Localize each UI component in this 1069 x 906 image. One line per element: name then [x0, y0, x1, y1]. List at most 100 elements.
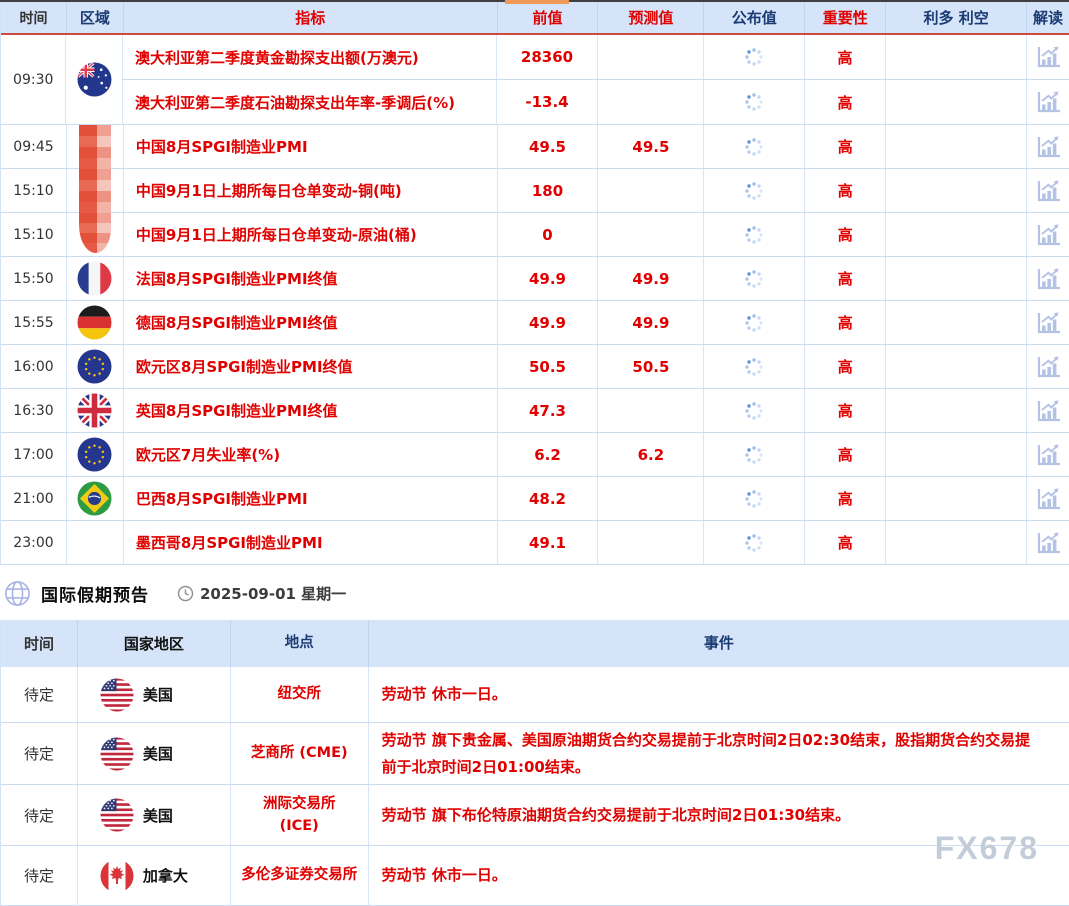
bar-chart-arrow-icon[interactable]: [1035, 487, 1062, 511]
bull-bear-cell: [886, 80, 1027, 124]
previous-value: 48.2: [498, 477, 599, 520]
country-flag-icon: [100, 678, 134, 712]
country-flag-icon: [77, 345, 112, 388]
published-value-pending: [704, 257, 805, 300]
indicator-link[interactable]: 德国8月SPGI制造业PMI终值: [124, 301, 498, 344]
indicator-link[interactable]: 墨西哥8月SPGI制造业PMI: [124, 521, 498, 564]
previous-value: 49.9: [498, 257, 599, 300]
bar-chart-arrow-icon[interactable]: [1035, 355, 1062, 379]
interpret-cell: [1027, 389, 1069, 432]
published-value-pending: [704, 433, 805, 476]
interpret-cell: [1027, 521, 1069, 564]
bar-chart-arrow-icon[interactable]: [1035, 311, 1062, 335]
indicator-link[interactable]: 中国9月1日上期所每日仓单变动-铜(吨): [124, 169, 498, 212]
country-flag-icon: [79, 125, 111, 168]
country-cell: 美国: [78, 667, 231, 722]
region-cell: [67, 433, 124, 476]
fx678-watermark: FX678: [935, 830, 1039, 867]
importance-badge: 高: [805, 35, 886, 79]
forecast-value: [598, 521, 704, 564]
bar-chart-arrow-icon[interactable]: [1035, 267, 1062, 291]
forecast-value: [598, 80, 704, 124]
previous-value: -13.4: [497, 80, 598, 124]
globe-icon: [4, 580, 31, 607]
previous-value: 180: [498, 169, 599, 212]
interpret-cell: [1027, 125, 1069, 168]
holiday-time: 待定: [1, 846, 78, 905]
indicator-link[interactable]: 法国8月SPGI制造业PMI终值: [124, 257, 498, 300]
bar-chart-arrow-icon[interactable]: [1035, 531, 1062, 555]
published-value-pending: [704, 213, 805, 256]
table-row: 17:00 欧元区7月失业率(%) 6.2 6.2 高: [1, 433, 1069, 477]
event-time: 16:30: [1, 389, 67, 432]
country-cell: 加拿大: [78, 846, 231, 905]
bar-chart-arrow-icon[interactable]: [1035, 90, 1062, 114]
active-tab-indicator: [505, 0, 569, 4]
indicator-link[interactable]: 巴西8月SPGI制造业PMI: [124, 477, 498, 520]
interpret-cell: [1027, 213, 1069, 256]
indicator-link[interactable]: 英国8月SPGI制造业PMI终值: [124, 389, 498, 432]
bar-chart-arrow-icon[interactable]: [1035, 223, 1062, 247]
forecast-value: 50.5: [598, 345, 704, 388]
importance-badge: 高: [805, 345, 886, 388]
exchange-location: 纽交所: [231, 667, 369, 722]
published-value-pending: [704, 477, 805, 520]
holiday-row: 待定 美国 洲际交易所 (ICE) 劳动节 旗下布伦特原油期货合约交易提前于北京…: [1, 785, 1069, 846]
holiday-section-header: 国际假期预告 2025-09-01 星期一: [4, 578, 1069, 608]
table-row: 21:00 巴西8月SPGI制造业PMI 48.2 高: [1, 477, 1069, 521]
calendar-table: 时间 区域 指标 前值 预测值 公布值 重要性 利多 利空 解读 09:30 澳…: [0, 2, 1069, 565]
table-row-group-0930: 09:30 澳大利亚第二季度黄金勘探支出额(万澳元) 28360 高 澳大利亚第…: [1, 35, 1069, 125]
interpret-cell: [1027, 301, 1069, 344]
bull-bear-cell: [886, 169, 1027, 212]
region-cell: [67, 213, 124, 256]
indicator-link[interactable]: 澳大利亚第二季度石油勘探支出年率-季调后(%): [123, 80, 497, 124]
indicator-link[interactable]: 澳大利亚第二季度黄金勘探支出额(万澳元): [123, 35, 497, 79]
holiday-time: 待定: [1, 667, 78, 722]
bar-chart-arrow-icon[interactable]: [1035, 399, 1062, 423]
col-header-location: 地点: [231, 620, 369, 667]
country-flag-icon: [100, 859, 134, 893]
forecast-value: [598, 169, 704, 212]
exchange-location: 洲际交易所 (ICE): [231, 785, 369, 845]
published-value-pending: [704, 345, 805, 388]
forecast-value: [598, 35, 704, 79]
forecast-value: 49.9: [598, 257, 704, 300]
forecast-value: [598, 477, 704, 520]
col-header-country: 国家地区: [78, 620, 231, 667]
interpret-cell: [1027, 477, 1069, 520]
indicator-link[interactable]: 中国9月1日上期所每日仓单变动-原油(桶): [124, 213, 498, 256]
country-cell: 美国: [78, 785, 231, 845]
exchange-location: 多伦多证券交易所: [231, 846, 369, 905]
event-time: 15:10: [1, 213, 67, 256]
bar-chart-arrow-icon[interactable]: [1035, 135, 1062, 159]
indicator-link[interactable]: 欧元区7月失业率(%): [124, 433, 498, 476]
bull-bear-cell: [886, 213, 1027, 256]
country-flag-icon: [100, 798, 134, 832]
col-header-published: 公布值: [704, 2, 805, 33]
holiday-table-header: 时间 国家地区 地点 事件: [1, 620, 1069, 667]
calendar-table-header: 时间 区域 指标 前值 预测值 公布值 重要性 利多 利空 解读: [1, 2, 1069, 35]
event-time: 09:45: [1, 125, 67, 168]
importance-badge: 高: [805, 125, 886, 168]
loading-spinner-icon: [744, 401, 764, 421]
region-cell: [67, 521, 124, 564]
event-time: 15:50: [1, 257, 67, 300]
country-label: 美国: [143, 805, 173, 826]
bull-bear-cell: [886, 389, 1027, 432]
bull-bear-cell: [886, 521, 1027, 564]
importance-badge: 高: [805, 169, 886, 212]
previous-value: 0: [498, 213, 599, 256]
importance-badge: 高: [805, 301, 886, 344]
col-header-interpret: 解读: [1027, 2, 1069, 33]
holiday-table: 时间 国家地区 地点 事件 待定 美国 纽交所 劳动节 休市一日。 待定 美国 …: [0, 620, 1069, 906]
clock-icon: [177, 585, 194, 602]
bar-chart-arrow-icon[interactable]: [1035, 45, 1062, 69]
indicator-link[interactable]: 欧元区8月SPGI制造业PMI终值: [124, 345, 498, 388]
col-header-previous: 前值: [498, 2, 599, 33]
indicator-link[interactable]: 中国8月SPGI制造业PMI: [124, 125, 498, 168]
table-row: 澳大利亚第二季度黄金勘探支出额(万澳元) 28360 高: [123, 35, 1069, 80]
published-value-pending: [704, 389, 805, 432]
exchange-location: 芝商所 (CME): [231, 723, 369, 784]
bar-chart-arrow-icon[interactable]: [1035, 443, 1062, 467]
bar-chart-arrow-icon[interactable]: [1035, 179, 1062, 203]
